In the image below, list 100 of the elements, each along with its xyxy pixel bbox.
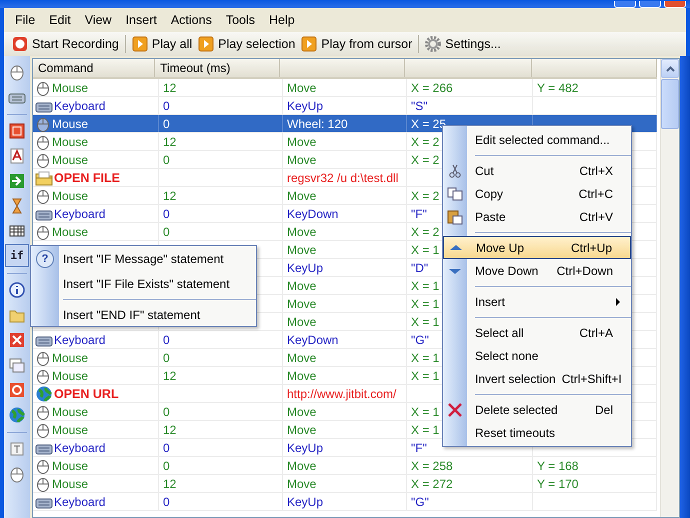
menu-item[interactable]: Move Down Ctrl+Down [443,259,631,282]
toolbar-button[interactable]: Start Recording [9,34,122,54]
table-cell: Move [287,476,316,490]
table-cell: Y = 482 [537,80,578,94]
table-cell: KeyDown [287,206,338,220]
table-cell: Mouse [52,80,88,94]
menu-item[interactable]: Insert [443,290,631,313]
column-header[interactable]: Timeout (ms) [155,59,280,77]
menu-item[interactable]: Insert "IF File Exists" statement [59,272,256,297]
menu-item[interactable]: Tools [218,13,262,27]
table-cell: Mouse [52,116,88,130]
table-cell: X = 1 [411,296,440,310]
table-cell: X = 2 [411,224,440,238]
table-cell: "F" [411,206,427,220]
table-cell: X = 1 [411,368,440,382]
table-cell: "G" [411,494,429,508]
close-button[interactable] [664,1,686,8]
table-cell: "F" [411,440,427,454]
mouse-icon [35,80,51,96]
mouse-icon [35,350,51,366]
table-cell: 0 [163,440,170,454]
table-cell: KeyUp [287,98,324,112]
table-cell: Wheel: 120 [287,116,348,130]
table-cell: 0 [163,152,170,166]
table-cell: Move [287,80,316,94]
table-cell: Keyboard [54,206,106,220]
menu-item[interactable]: Edit [42,13,78,27]
table-cell: X = 258 [411,458,453,472]
minimize-button[interactable] [614,1,636,8]
scroll-up-icon[interactable] [661,59,679,78]
clipboard-icon [447,208,463,224]
menu-item[interactable]: Actions [164,13,219,27]
table-cell: X = 1 [411,422,440,436]
table-cell: Keyboard [54,98,106,112]
toolbar-button[interactable]: Play selection [195,34,298,54]
table-cell: 12 [163,368,176,382]
table-cell: Move [287,242,316,256]
play-icon [132,36,148,52]
table-cell: OPEN FILE [54,170,120,184]
table-cell: 12 [163,188,176,202]
table-row[interactable]: Mouse 0 Move X = 258 Y = 168 [33,457,657,475]
toolbar-button[interactable]: Play all [128,34,196,54]
question-icon: ? [36,250,54,268]
table-cell: Mouse [52,188,88,202]
menu-item[interactable]: Insert "END IF" statement [59,303,256,328]
table-cell: 0 [163,98,170,112]
arrow-up-icon [449,242,463,252]
maximize-button[interactable] [639,1,661,8]
mouse-icon [35,152,51,168]
if-button[interactable]: if [5,244,29,267]
toolbar-button[interactable]: Settings... [422,34,504,54]
column-header[interactable]: Command [33,59,156,77]
copy-icon [447,186,463,200]
toolbar-button[interactable]: Play from cursor [298,34,416,54]
table-cell: X = 2 [411,188,440,202]
table-cell: 0 [163,458,170,472]
table-cell: KeyUp [287,440,324,454]
table-cell: X = 272 [411,476,453,490]
table-cell: Mouse [52,368,88,382]
menu-item[interactable]: Insert "IF Message" statement [59,247,256,272]
table-cell: Move [287,368,316,382]
menu-item[interactable]: Move Up Ctrl+Up [443,236,631,259]
table-cell: Mouse [52,476,88,490]
mouse-icon [35,476,51,492]
table-cell: Keyboard [54,332,106,346]
table-cell: 0 [163,332,170,346]
table-cell: http://www.jitbit.com/ [287,386,396,400]
delete-icon [447,402,463,418]
table-cell: KeyDown [287,332,338,346]
table-cell: 12 [163,80,176,94]
scroll-bar[interactable] [660,59,679,517]
menu-item[interactable]: Insert [118,13,164,27]
play-icon [301,36,318,52]
table-row[interactable]: Mouse 12 Move X = 266 Y = 482 [33,79,657,97]
record-icon [12,36,28,52]
scroll-thumb[interactable] [661,79,679,129]
table-cell: X = 1 [411,314,440,328]
menu-item[interactable]: Help [262,13,302,27]
table-cell: Move [287,422,316,436]
table-cell: X = 1 [411,242,440,256]
table-cell: "G" [411,332,429,346]
table-row[interactable]: Keyboard 0 KeyUp "G" [33,493,657,511]
table-cell: "D" [411,260,428,274]
table-cell: Keyboard [54,440,106,454]
table-cell: Mouse [52,458,88,472]
table-cell: 0 [163,494,170,508]
table-cell: Move [287,458,316,472]
table-cell: Move [287,296,316,310]
table-cell: X = 1 [411,404,440,418]
table-cell: X = 2 [411,134,440,148]
table-cell: Move [287,278,316,292]
table-row[interactable]: Mouse 12 Move X = 272 Y = 170 [33,475,657,493]
table-cell: Move [287,134,316,148]
table-cell: 12 [163,476,176,490]
table-cell: regsvr32 /u d:\test.dll [287,170,398,184]
menu-item[interactable]: File [8,13,42,27]
menu-item[interactable]: View [78,13,119,27]
table-cell: 0 [163,224,170,238]
table-cell: Mouse [52,152,88,166]
table-cell: Y = 168 [537,458,578,472]
